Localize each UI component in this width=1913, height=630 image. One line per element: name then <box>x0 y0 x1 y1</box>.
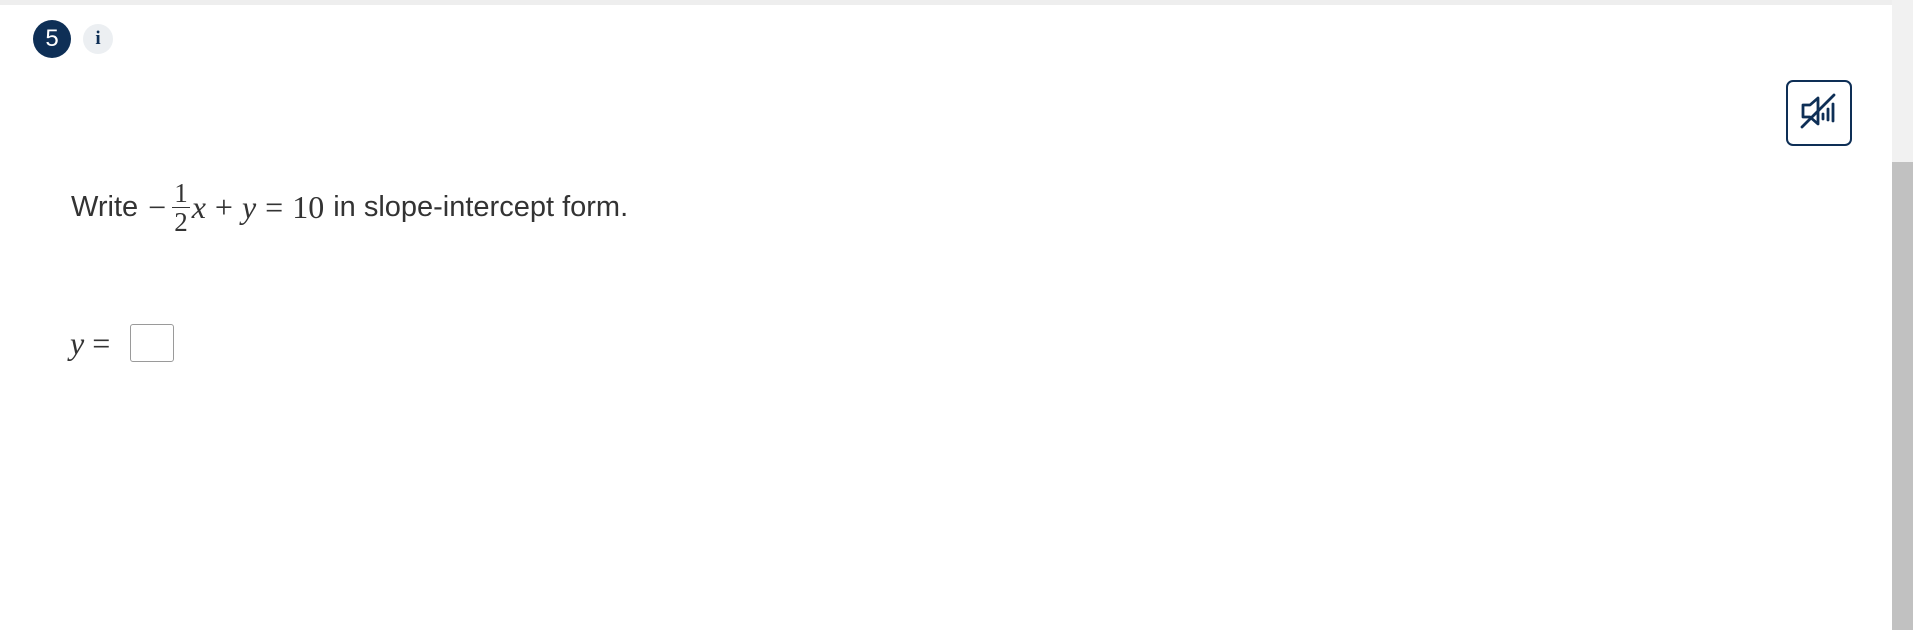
fraction-numerator: 1 <box>172 177 190 208</box>
answer-variable-y: y <box>70 324 85 361</box>
question-header: 5 i <box>33 20 113 58</box>
variable-y: y <box>241 188 257 225</box>
audio-toggle-button[interactable] <box>1786 80 1852 146</box>
answer-row: y = <box>70 320 175 366</box>
equals-sign: = <box>265 188 284 225</box>
plus-sign: + <box>214 188 233 225</box>
answer-equals-sign: = <box>92 324 111 361</box>
fraction-denominator: 2 <box>174 206 188 237</box>
prompt-prefix: Write <box>71 190 139 223</box>
question-number-badge: 5 <box>33 20 71 58</box>
fraction: 1 2 <box>172 179 190 236</box>
top-strip <box>0 0 1913 5</box>
minus-sign: − <box>148 188 167 225</box>
answer-input[interactable] <box>130 324 175 362</box>
equation-rhs: 10 <box>292 188 325 225</box>
answer-lhs: y = <box>70 325 110 362</box>
prompt-suffix: in slope-intercept form. <box>333 190 629 223</box>
info-button[interactable]: i <box>83 24 113 54</box>
scrollbar-thumb[interactable] <box>1892 162 1913 630</box>
question-prompt: Write − 1 2 x + y = 10 in slope-intercep… <box>71 172 628 242</box>
equation: − 1 2 x + y = 10 <box>148 179 324 236</box>
variable-x: x <box>191 188 206 225</box>
speaker-muted-icon <box>1797 89 1841 138</box>
